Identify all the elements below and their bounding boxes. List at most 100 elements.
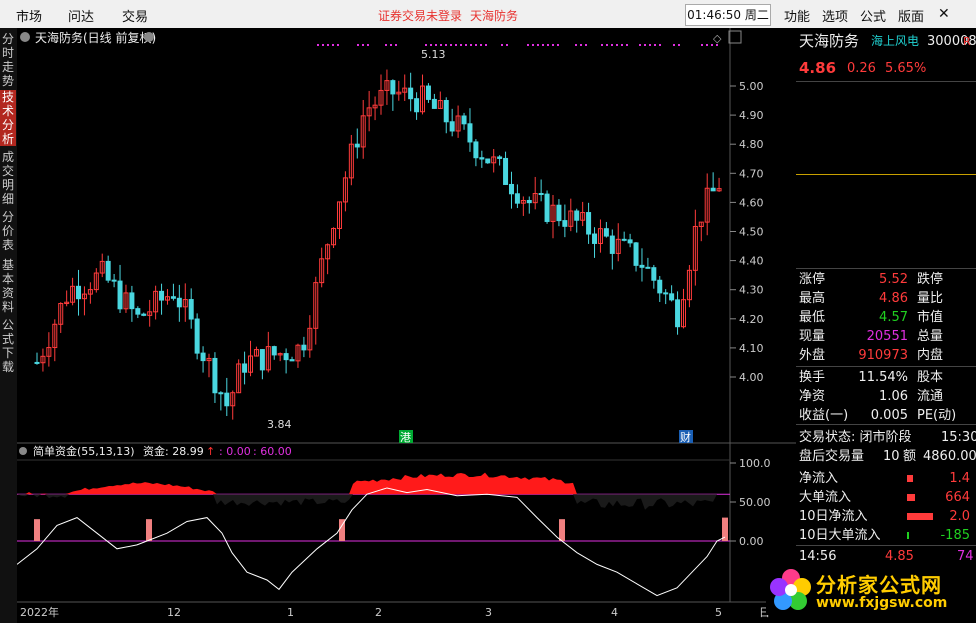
- menu-function[interactable]: 功能: [784, 6, 810, 25]
- flow-value: -185: [940, 528, 970, 543]
- candle-body: [544, 193, 550, 222]
- candle-body: [414, 98, 420, 113]
- tab-profile[interactable]: 基本资料: [0, 258, 16, 314]
- stat-value: 4.86: [879, 291, 908, 306]
- current-stock-name: 天海防务: [470, 9, 519, 23]
- login-warning[interactable]: 证券交易未登录: [378, 7, 462, 24]
- candle-body: [562, 220, 568, 227]
- trade-status-row: 交易状态: 闭市阶段 15:30: [799, 428, 976, 447]
- xlabel-apr: 4: [611, 606, 618, 619]
- quote-name: 天海防务: [799, 32, 860, 50]
- menu-layout[interactable]: 版面: [898, 6, 924, 25]
- price-tick-label: 4.80: [739, 138, 764, 151]
- tab-price-table[interactable]: 分价表: [0, 210, 16, 254]
- ask-row[interactable]: [799, 83, 974, 102]
- signal-bar: [34, 519, 40, 541]
- signal-dot: [527, 44, 529, 46]
- signal-dot: [547, 44, 549, 46]
- menu-wenda[interactable]: 问达: [68, 6, 94, 25]
- ask-row[interactable]: [799, 102, 974, 121]
- bid-row[interactable]: [799, 233, 974, 252]
- chevron-down-icon[interactable]: [20, 32, 30, 42]
- tab-trades[interactable]: 成交明细: [0, 150, 16, 206]
- stat-label-right: PE(动): [917, 408, 957, 423]
- flow-row: 10日净流入 2.0: [799, 507, 974, 526]
- candle-body: [639, 264, 645, 268]
- bid-row[interactable]: [799, 214, 974, 233]
- signal-dot: [435, 44, 437, 46]
- candle-body: [218, 392, 224, 395]
- quote-price-row: 4.86 0.26 5.65%: [799, 59, 974, 78]
- stat-value: 0.005: [870, 408, 908, 423]
- after-label: 盘后交易量: [799, 449, 865, 464]
- stat-label-right: 流通: [917, 389, 944, 404]
- bid-row[interactable]: [799, 196, 974, 215]
- bid-row[interactable]: [799, 177, 974, 196]
- ask-row[interactable]: [799, 120, 974, 139]
- signal-dot: [327, 44, 329, 46]
- signal-dot: [654, 44, 656, 46]
- tab-intraday[interactable]: 分时走势: [0, 32, 16, 88]
- xlabel-2022: 2022年: [20, 605, 59, 619]
- signal-dot: [537, 44, 539, 46]
- quote-panel: 天海防务 海上风电 300008 R 4.86 0.26 5.65% 涨停 5.5…: [796, 28, 976, 623]
- menu-options[interactable]: 选项: [822, 6, 848, 25]
- indicator-arrow: ↑: [206, 445, 215, 458]
- menu-market[interactable]: 市场: [16, 6, 42, 25]
- site-logo[interactable]: 分析家公式网 www.fxjgsw.com: [766, 565, 972, 615]
- indicator-tick-label: 100.0: [739, 457, 771, 470]
- indicator-menu-icon[interactable]: [19, 447, 27, 455]
- candle-body: [603, 228, 609, 237]
- quote-sector[interactable]: 海上风电: [871, 32, 919, 51]
- candle-body: [194, 318, 200, 354]
- stat-label: 最低: [799, 310, 826, 325]
- flow-value: 664: [945, 490, 970, 505]
- stat-label-right: 内盘: [917, 348, 944, 363]
- clock: 01:46:50 周二: [685, 4, 771, 26]
- close-icon[interactable]: ✕: [938, 6, 950, 22]
- stat-row: 外盘 910973 内盘: [799, 346, 974, 365]
- candle-body: [621, 238, 627, 241]
- signal-dot: [322, 44, 324, 46]
- candle-body: [467, 123, 473, 143]
- signal-dot: [557, 44, 559, 46]
- ask-row[interactable]: [799, 139, 974, 158]
- signal-dot: [470, 44, 472, 46]
- menu-trade[interactable]: 交易: [122, 6, 148, 25]
- stat-row: 换手 11.54% 股本: [799, 368, 974, 387]
- menu-formula[interactable]: 公式: [860, 6, 886, 25]
- signal-dot: [357, 44, 359, 46]
- signal-dot: [337, 44, 339, 46]
- candle-body: [224, 392, 230, 407]
- candle-body: [170, 296, 176, 299]
- candle-body: [135, 308, 141, 315]
- stat-label: 外盘: [799, 348, 826, 363]
- candle-body: [663, 292, 669, 295]
- candle-body: [556, 204, 562, 222]
- candle-body: [627, 239, 633, 244]
- candle-body: [514, 193, 520, 204]
- signal-dot: [425, 44, 427, 46]
- candle-body: [473, 141, 479, 159]
- candle-body: [461, 115, 467, 125]
- stat-value: 910973: [858, 348, 908, 363]
- candle-body: [259, 349, 265, 371]
- signal-dot: [649, 44, 651, 46]
- candle-body: [651, 267, 657, 281]
- diamond-icon[interactable]: ◇: [713, 32, 722, 45]
- candle-body: [592, 233, 598, 244]
- chart-area[interactable]: 5.00 4.90 4.80 4.70 4.60 4.50 4.40 4.30 4.20 4.10…: [17, 28, 796, 623]
- price-tick-label: 4.40: [739, 255, 764, 268]
- tab-formula-download[interactable]: 公式下载: [0, 318, 16, 374]
- stat-label: 涨停: [799, 272, 826, 287]
- stat-row: 最低 4.57 市值: [799, 308, 974, 327]
- title-dropdown-icon[interactable]: [144, 32, 154, 42]
- status-value: 闭市阶段: [859, 430, 912, 445]
- stat-row: 净资 1.06 流通: [799, 387, 974, 406]
- signal-dot: [367, 44, 369, 46]
- flow-bar: [907, 532, 909, 539]
- candle-body: [503, 157, 509, 185]
- tab-technical[interactable]: 技术分析: [0, 90, 16, 146]
- flow-label: 大单流入: [799, 490, 852, 505]
- signal-dot: [332, 44, 334, 46]
